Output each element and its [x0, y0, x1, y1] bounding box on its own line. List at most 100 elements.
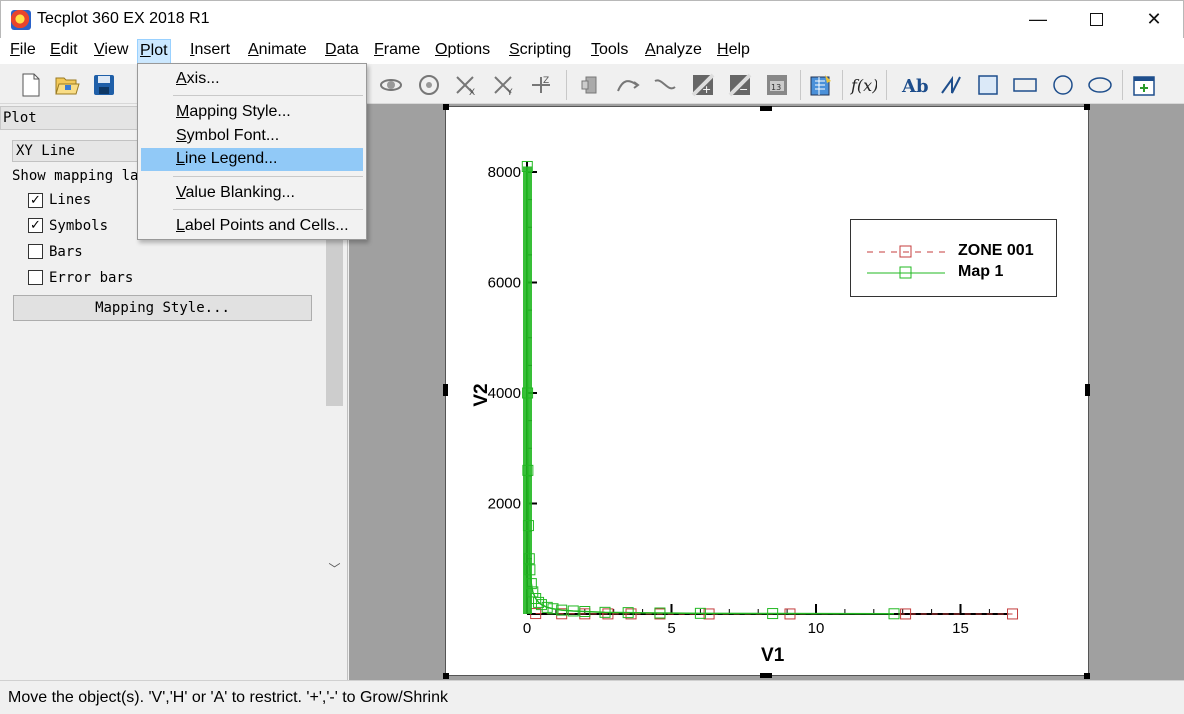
legend-entry-zone-001: ZONE 001 — [851, 241, 1058, 263]
rectangle-icon[interactable] — [1010, 70, 1040, 100]
x-tick-label: 15 — [952, 620, 969, 637]
menu-plot[interactable]: Plot — [137, 39, 171, 64]
mapping-style-button[interactable]: Mapping Style... — [13, 295, 312, 321]
menu-bar: File Edit View Plot Insert Animate Data … — [0, 38, 1184, 64]
circle-icon[interactable] — [1048, 70, 1078, 100]
window-title: Tecplot 360 EX 2018 R1 — [37, 10, 210, 27]
new-layout-icon[interactable] — [16, 70, 46, 100]
y-axis-title: V2 — [471, 383, 492, 406]
maximize-icon — [1089, 13, 1103, 26]
legend-label-zone-001: ZONE 001 — [958, 242, 1034, 259]
svg-text:Y: Y — [506, 88, 513, 97]
translate-y-icon[interactable]: Y — [489, 70, 519, 100]
x-tick-label: 10 — [808, 620, 825, 637]
menu-view[interactable]: View — [92, 41, 130, 59]
y-tick-label: 8000 — [488, 164, 521, 181]
mapping-layers-label: Show mapping lay — [12, 168, 147, 184]
menu-insert[interactable]: Insert — [188, 41, 232, 59]
menu-item-value-blanking[interactable]: Value Blanking... — [141, 182, 363, 205]
x-tick-label: 5 — [667, 620, 675, 637]
rotate-icon[interactable] — [376, 70, 406, 100]
scroll-down-arrow-icon[interactable]: ﹀ — [326, 560, 343, 576]
slice-icon[interactable]: 13 — [762, 70, 792, 100]
rotate-spherical-icon[interactable] — [414, 70, 444, 100]
y-tick-label: 2000 — [488, 496, 521, 513]
zone-style-icon[interactable] — [806, 70, 836, 100]
x-tick-label: 0 — [523, 620, 531, 637]
menu-edit[interactable]: Edit — [48, 41, 80, 59]
menu-separator — [173, 95, 363, 96]
line-legend[interactable]: ZONE 001 Map 1 — [850, 219, 1057, 297]
open-layout-icon[interactable] — [52, 70, 82, 100]
lines-label: Lines — [49, 192, 92, 208]
error-bars-label: Error bars — [49, 270, 134, 286]
toolbar-separator — [842, 70, 843, 100]
lines-checkbox[interactable]: ✓ — [28, 193, 43, 208]
x-axis-title: V1 — [761, 645, 785, 666]
legend-symbol-map-1 — [867, 266, 945, 279]
bars-label: Bars — [49, 244, 83, 260]
toolbar-separator — [800, 70, 801, 100]
y-tick-label: 6000 — [488, 275, 521, 292]
menu-item-symbol-font[interactable]: Symbol Font... — [141, 125, 363, 148]
menu-item-mapping-style[interactable]: Mapping Style... — [141, 101, 363, 124]
status-text: Move the object(s). 'V','H' or 'A' to re… — [8, 689, 449, 706]
equation-icon[interactable]: f(x) — [848, 70, 878, 100]
menu-scripting[interactable]: Scripting — [507, 41, 573, 59]
menu-file[interactable]: File — [8, 41, 38, 59]
menu-item-axis[interactable]: Axis... — [141, 68, 363, 91]
svg-text:X: X — [469, 88, 475, 97]
maximize-button[interactable] — [1067, 1, 1125, 39]
toolbar-separator — [566, 70, 567, 100]
symbols-checkbox[interactable]: ✓ — [28, 218, 43, 233]
plot-menu-dropdown: Axis... Mapping Style... Symbol Font... … — [137, 63, 367, 240]
error-bars-checkbox[interactable] — [28, 270, 43, 285]
menu-animate[interactable]: Animate — [246, 41, 309, 59]
status-bar: Move the object(s). 'V','H' or 'A' to re… — [0, 680, 1184, 714]
series-map-1-line — [526, 166, 895, 615]
legend-symbol-zone-001 — [867, 245, 945, 258]
contour-add-icon[interactable]: + — [688, 70, 718, 100]
svg-text:+: + — [702, 83, 711, 96]
svg-text:13: 13 — [771, 83, 781, 92]
contour-remove-icon[interactable]: − — [725, 70, 755, 100]
svg-text:f(x): f(x) — [850, 76, 877, 95]
streamtrace-icon[interactable] — [613, 70, 643, 100]
symbols-label: Symbols — [49, 218, 109, 234]
svg-text:Z: Z — [543, 76, 549, 86]
xy-line-plot[interactable]: 0 5 10 15 2000 4000 6000 8000 V1 V2 — [445, 106, 1089, 676]
tecplot-app-icon — [11, 10, 31, 30]
add-frame-icon[interactable] — [1129, 70, 1159, 100]
translate-x-icon[interactable]: X — [451, 70, 481, 100]
menu-data[interactable]: Data — [323, 41, 361, 59]
minimize-button[interactable]: — — [1009, 1, 1067, 39]
title-bar: Tecplot 360 EX 2018 R1 — ✕ — [0, 0, 1184, 38]
menu-options[interactable]: Options — [433, 41, 492, 59]
polyline-icon[interactable] — [936, 70, 966, 100]
menu-separator — [173, 209, 363, 210]
translate-z-icon[interactable]: Z — [526, 70, 556, 100]
toolbar-separator — [886, 70, 887, 100]
menu-analyze[interactable]: Analyze — [643, 41, 704, 59]
menu-tools[interactable]: Tools — [589, 41, 630, 59]
menu-help[interactable]: Help — [715, 41, 752, 59]
svg-text:−: − — [739, 83, 748, 96]
probe-icon[interactable] — [576, 70, 606, 100]
menu-item-line-legend[interactable]: Line Legend... — [141, 148, 363, 171]
svg-text:Ab: Ab — [901, 76, 928, 97]
y-tick-label: 4000 — [488, 385, 521, 402]
close-button[interactable]: ✕ — [1125, 1, 1183, 39]
ellipse-icon[interactable] — [1085, 70, 1115, 100]
save-layout-icon[interactable] — [89, 70, 119, 100]
menu-item-label-points-cells[interactable]: Label Points and Cells... — [141, 215, 363, 238]
legend-entry-map-1: Map 1 — [851, 262, 1058, 284]
toolbar-separator — [1122, 70, 1123, 100]
streamline-icon[interactable] — [650, 70, 680, 100]
legend-label-map-1: Map 1 — [958, 263, 1004, 280]
plot-type-select[interactable]: XY Line — [12, 140, 142, 162]
menu-separator — [173, 176, 363, 177]
text-icon[interactable]: Ab — [899, 70, 929, 100]
menu-frame[interactable]: Frame — [372, 41, 422, 59]
square-icon[interactable] — [973, 70, 1003, 100]
bars-checkbox[interactable] — [28, 244, 43, 259]
